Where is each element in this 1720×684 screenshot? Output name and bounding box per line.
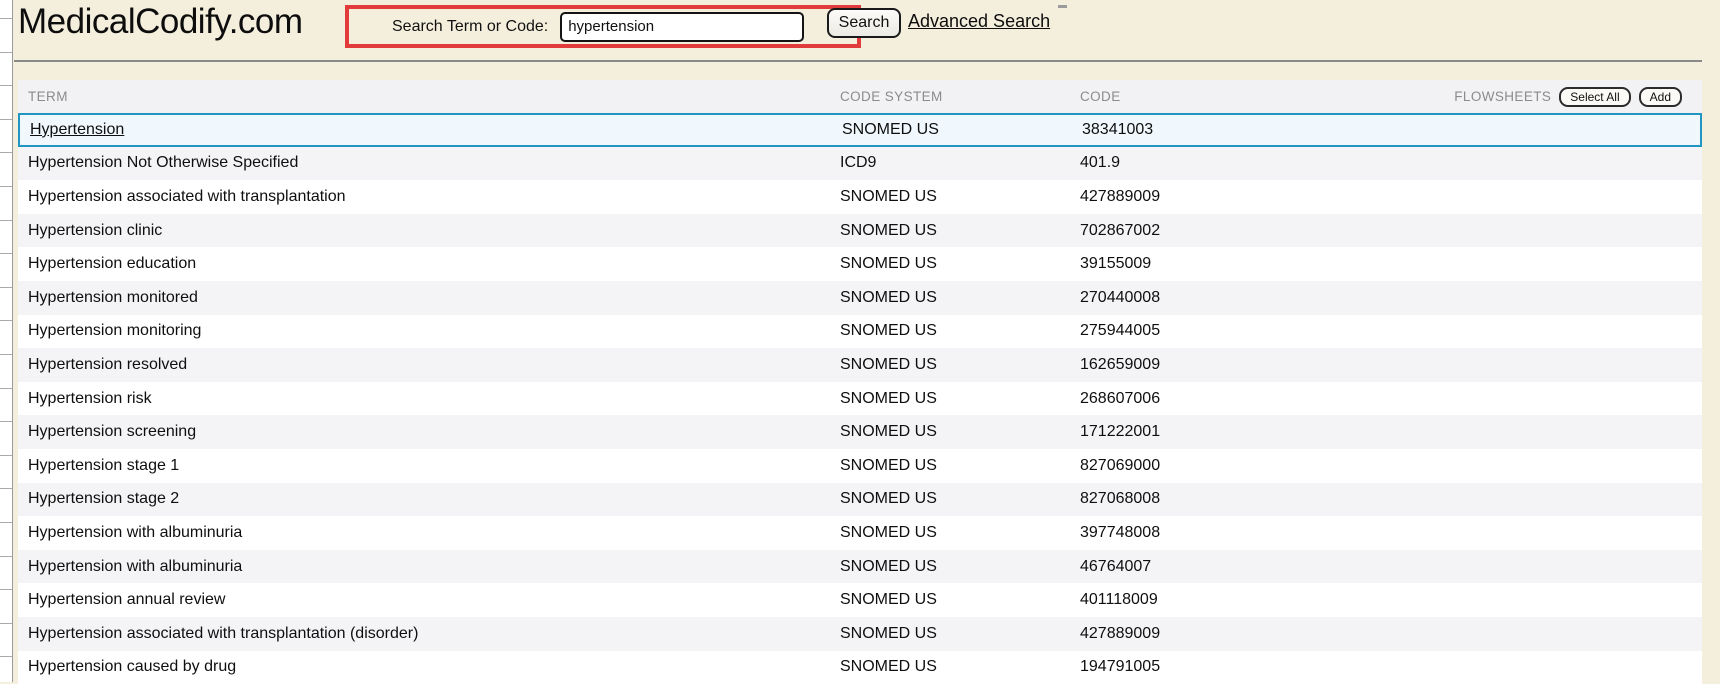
term-cell[interactable]: Hypertension risk bbox=[18, 390, 840, 408]
code-system-cell: SNOMED US bbox=[840, 255, 1080, 273]
column-header-code-system: CODE SYSTEM bbox=[840, 89, 1080, 104]
code-system-cell: SNOMED US bbox=[840, 524, 1080, 542]
term-cell[interactable]: Hypertension with albuminuria bbox=[18, 524, 840, 542]
code-cell: 427889009 bbox=[1080, 188, 1702, 206]
term-cell[interactable]: Hypertension associated with transplanta… bbox=[18, 188, 840, 206]
code-cell: 39155009 bbox=[1080, 255, 1702, 273]
flowsheets-header-group: FLOWSHEETS Select All Add bbox=[1454, 87, 1682, 107]
search-input[interactable] bbox=[560, 12, 804, 42]
table-row[interactable]: Hypertension with albuminuria SNOMED US … bbox=[18, 550, 1702, 584]
table-row[interactable]: Hypertension caused by drug SNOMED US 19… bbox=[18, 651, 1702, 684]
site-title: MedicalCodify.com bbox=[18, 2, 303, 42]
table-row[interactable]: Hypertension screening SNOMED US 1712220… bbox=[18, 415, 1702, 449]
table-row[interactable]: Hypertension with albuminuria SNOMED US … bbox=[18, 516, 1702, 550]
column-header-term: TERM bbox=[18, 89, 840, 104]
code-cell: 38341003 bbox=[1082, 121, 1700, 139]
table-row[interactable]: Hypertension risk SNOMED US 268607006 bbox=[18, 382, 1702, 416]
term-cell[interactable]: Hypertension screening bbox=[18, 423, 840, 441]
code-system-cell: SNOMED US bbox=[840, 490, 1080, 508]
term-cell[interactable]: Hypertension associated with transplanta… bbox=[18, 625, 840, 643]
code-system-cell: SNOMED US bbox=[840, 457, 1080, 475]
table-header-row: TERM CODE SYSTEM CODE FLOWSHEETS Select … bbox=[18, 80, 1702, 113]
table-row[interactable]: Hypertension education SNOMED US 3915500… bbox=[18, 247, 1702, 281]
code-system-cell: SNOMED US bbox=[840, 558, 1080, 576]
advanced-search-link[interactable]: Advanced Search bbox=[908, 11, 1050, 32]
code-cell: 270440008 bbox=[1080, 289, 1702, 307]
term-cell[interactable]: Hypertension with albuminuria bbox=[18, 558, 840, 576]
table-row[interactable]: Hypertension SNOMED US 38341003 bbox=[18, 113, 1702, 147]
term-cell[interactable]: Hypertension stage 1 bbox=[18, 457, 840, 475]
table-row[interactable]: Hypertension monitoring SNOMED US 275944… bbox=[18, 315, 1702, 349]
code-cell: 162659009 bbox=[1080, 356, 1702, 374]
header-divider bbox=[14, 60, 1702, 62]
code-cell: 401.9 bbox=[1080, 154, 1702, 172]
left-edge-panel bbox=[0, 0, 13, 682]
table-row[interactable]: Hypertension stage 2 SNOMED US 827068008 bbox=[18, 483, 1702, 517]
add-button[interactable]: Add bbox=[1639, 87, 1682, 107]
code-cell: 46764007 bbox=[1080, 558, 1702, 576]
scrollbar-dash bbox=[1058, 5, 1067, 8]
code-system-cell: SNOMED US bbox=[840, 423, 1080, 441]
code-cell: 827068008 bbox=[1080, 490, 1702, 508]
code-system-cell: SNOMED US bbox=[840, 322, 1080, 340]
code-system-cell: ICD9 bbox=[840, 154, 1080, 172]
table-row[interactable]: Hypertension Not Otherwise Specified ICD… bbox=[18, 147, 1702, 181]
search-button[interactable]: Search bbox=[827, 8, 901, 38]
code-system-cell: SNOMED US bbox=[840, 591, 1080, 609]
term-cell[interactable]: Hypertension monitored bbox=[18, 289, 840, 307]
code-system-cell: SNOMED US bbox=[840, 356, 1080, 374]
search-label: Search Term or Code: bbox=[392, 18, 548, 36]
table-row[interactable]: Hypertension clinic SNOMED US 702867002 bbox=[18, 214, 1702, 248]
code-cell: 702867002 bbox=[1080, 222, 1702, 240]
code-cell: 427889009 bbox=[1080, 625, 1702, 643]
term-cell[interactable]: Hypertension caused by drug bbox=[18, 658, 840, 676]
code-system-cell: SNOMED US bbox=[840, 222, 1080, 240]
term-cell[interactable]: Hypertension resolved bbox=[18, 356, 840, 374]
code-cell: 401118009 bbox=[1080, 591, 1702, 609]
table-body: Hypertension SNOMED US 38341003 Hyperten… bbox=[18, 113, 1702, 684]
column-header-code: CODE bbox=[1080, 89, 1454, 104]
code-system-cell: SNOMED US bbox=[840, 188, 1080, 206]
code-system-cell: SNOMED US bbox=[840, 658, 1080, 676]
column-header-flowsheets: FLOWSHEETS bbox=[1454, 89, 1551, 104]
table-row[interactable]: Hypertension annual review SNOMED US 401… bbox=[18, 583, 1702, 617]
table-row[interactable]: Hypertension associated with transplanta… bbox=[18, 180, 1702, 214]
code-cell: 171222001 bbox=[1080, 423, 1702, 441]
term-cell[interactable]: Hypertension monitoring bbox=[18, 322, 840, 340]
code-system-cell: SNOMED US bbox=[842, 121, 1082, 139]
results-table: TERM CODE SYSTEM CODE FLOWSHEETS Select … bbox=[18, 80, 1702, 684]
select-all-button[interactable]: Select All bbox=[1559, 87, 1630, 107]
term-cell[interactable]: Hypertension stage 2 bbox=[18, 490, 840, 508]
code-system-cell: SNOMED US bbox=[840, 625, 1080, 643]
code-cell: 827069000 bbox=[1080, 457, 1702, 475]
term-cell[interactable]: Hypertension clinic bbox=[18, 222, 840, 240]
code-system-cell: SNOMED US bbox=[840, 390, 1080, 408]
code-cell: 268607006 bbox=[1080, 390, 1702, 408]
term-cell[interactable]: Hypertension Not Otherwise Specified bbox=[18, 154, 840, 172]
table-row[interactable]: Hypertension resolved SNOMED US 16265900… bbox=[18, 348, 1702, 382]
table-row[interactable]: Hypertension associated with transplanta… bbox=[18, 617, 1702, 651]
table-row[interactable]: Hypertension monitored SNOMED US 2704400… bbox=[18, 281, 1702, 315]
search-highlight-box: Search Term or Code: bbox=[345, 5, 861, 48]
code-cell: 275944005 bbox=[1080, 322, 1702, 340]
code-cell: 397748008 bbox=[1080, 524, 1702, 542]
term-cell[interactable]: Hypertension annual review bbox=[18, 591, 840, 609]
term-cell[interactable]: Hypertension education bbox=[18, 255, 840, 273]
code-cell: 194791005 bbox=[1080, 658, 1702, 676]
code-system-cell: SNOMED US bbox=[840, 289, 1080, 307]
table-row[interactable]: Hypertension stage 1 SNOMED US 827069000 bbox=[18, 449, 1702, 483]
term-link[interactable]: Hypertension bbox=[20, 121, 842, 139]
